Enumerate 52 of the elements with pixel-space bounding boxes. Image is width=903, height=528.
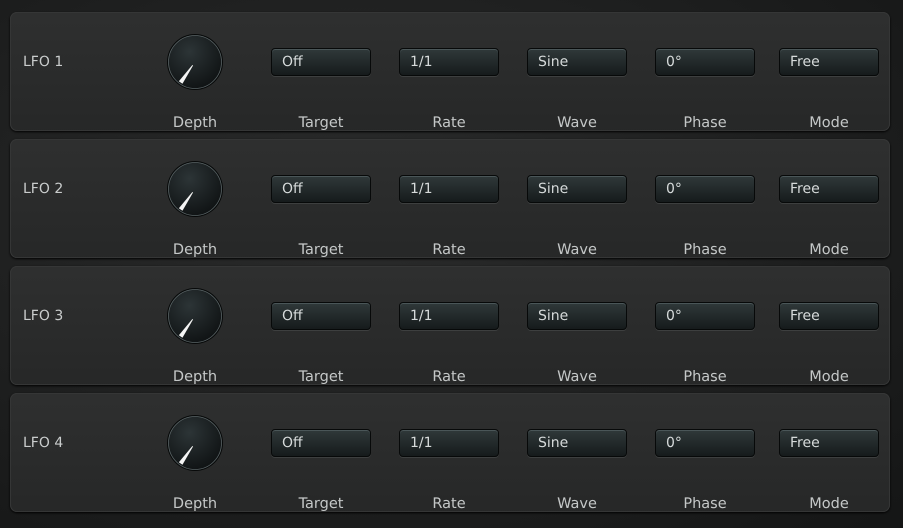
control-caption: Mode (809, 368, 849, 386)
control-caption: Depth (172, 114, 218, 132)
lfo-label: LFO 2 (23, 181, 64, 197)
control-caption: Depth (172, 368, 218, 386)
depth-knob[interactable] (165, 32, 225, 92)
control-caption: Mode (809, 114, 849, 132)
control-caption: Target (298, 114, 344, 132)
depth-knob[interactable] (165, 413, 225, 473)
control-caption: Wave (557, 368, 597, 386)
lfo-label: LFO 3 (23, 308, 64, 324)
control-caption: Depth (172, 495, 218, 513)
selector-button[interactable]: Free (779, 175, 879, 203)
selector-button[interactable]: Off (271, 302, 371, 330)
lfo-label: LFO 4 (23, 435, 64, 451)
control-caption: Depth (172, 241, 218, 259)
control-caption: Rate (432, 495, 466, 513)
control-caption: Rate (432, 241, 466, 259)
selector-button[interactable]: 1/1 (399, 302, 499, 330)
selector-button[interactable]: Off (271, 429, 371, 457)
control-caption: Target (298, 241, 344, 259)
control-caption: Phase (683, 114, 727, 132)
selector-button[interactable]: 1/1 (399, 48, 499, 76)
control-caption: Rate (432, 368, 466, 386)
selector-button[interactable]: Off (271, 175, 371, 203)
depth-knob[interactable] (165, 159, 225, 219)
control-caption: Phase (683, 495, 727, 513)
selector-button[interactable]: 0° (655, 302, 755, 330)
control-caption: Wave (557, 495, 597, 513)
selector-button[interactable]: 0° (655, 175, 755, 203)
control-caption: Wave (557, 114, 597, 132)
selector-button[interactable]: Sine (527, 302, 627, 330)
control-caption: Target (298, 368, 344, 386)
control-caption: Rate (432, 114, 466, 132)
selector-button[interactable]: 1/1 (399, 429, 499, 457)
depth-knob[interactable] (165, 286, 225, 346)
control-caption: Phase (683, 241, 727, 259)
selector-button[interactable]: 1/1 (399, 175, 499, 203)
control-caption: Mode (809, 241, 849, 259)
selector-button[interactable]: Off (271, 48, 371, 76)
lfo-label: LFO 1 (23, 54, 64, 70)
selector-button[interactable]: Sine (527, 429, 627, 457)
selector-button[interactable]: 0° (655, 429, 755, 457)
selector-button[interactable]: Sine (527, 48, 627, 76)
selector-button[interactable]: Free (779, 429, 879, 457)
selector-button[interactable]: 0° (655, 48, 755, 76)
control-caption: Wave (557, 241, 597, 259)
control-caption: Target (298, 495, 344, 513)
control-caption: Phase (683, 368, 727, 386)
selector-button[interactable]: Free (779, 48, 879, 76)
control-caption: Mode (809, 495, 849, 513)
selector-button[interactable]: Sine (527, 175, 627, 203)
selector-button[interactable]: Free (779, 302, 879, 330)
